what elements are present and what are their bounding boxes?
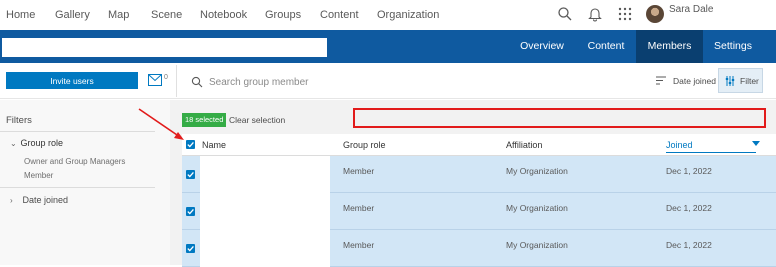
column-header-group-role[interactable]: Group role [343, 140, 386, 150]
nav-groups[interactable]: Groups [265, 9, 301, 21]
nav-home[interactable]: Home [6, 9, 35, 21]
chevron-right-icon: › [10, 196, 13, 205]
group-role-filter-toggle[interactable]: ⌄ Group role [10, 138, 63, 148]
row-checkbox[interactable] [186, 170, 195, 179]
divider [0, 187, 155, 188]
filters-panel: Filters ⌄ Group role Owner and Group Man… [0, 100, 170, 265]
table-row[interactable]: Member My Organization Dec 1, 2022 [182, 156, 776, 193]
nav-organization[interactable]: Organization [377, 9, 439, 21]
search-icon [191, 75, 203, 88]
row-affiliation: My Organization [506, 203, 568, 213]
user-name[interactable]: Sara Dale [669, 4, 713, 15]
bell-icon[interactable] [587, 6, 603, 22]
divider [0, 131, 155, 132]
search-icon[interactable] [557, 6, 573, 22]
sort-label: Date joined [673, 76, 717, 86]
row-checkbox[interactable] [186, 244, 195, 253]
tab-content[interactable]: Content [576, 30, 636, 63]
top-navigation: Home Gallery Map Scene Notebook Groups C… [0, 0, 776, 30]
tab-members[interactable]: Members [636, 30, 703, 63]
role-option-member[interactable]: Member [24, 171, 53, 180]
tab-overview[interactable]: Overview [512, 30, 572, 63]
search-input[interactable] [207, 73, 627, 91]
nav-content[interactable]: Content [320, 9, 359, 21]
sort-desc-icon[interactable] [752, 141, 760, 146]
group-header: Overview Content Members Settings [0, 30, 776, 63]
nav-gallery[interactable]: Gallery [55, 9, 90, 21]
mail-count: 0 [164, 74, 168, 81]
redacted-name [200, 156, 330, 193]
filters-title: Filters [6, 115, 32, 126]
nav-scene[interactable]: Scene [151, 9, 182, 21]
clear-selection-link[interactable]: Clear selection [229, 115, 285, 125]
row-affiliation: My Organization [506, 166, 568, 176]
row-group-role: Member [343, 203, 375, 213]
members-table: Name Group role Affiliation Joined Membe… [182, 134, 776, 267]
redacted-name [200, 193, 330, 230]
redacted-name [200, 230, 330, 267]
row-joined: Dec 1, 2022 [666, 240, 712, 250]
row-joined: Dec 1, 2022 [666, 203, 712, 213]
row-group-role: Member [343, 240, 375, 250]
nav-notebook[interactable]: Notebook [200, 9, 247, 21]
column-header-joined[interactable]: Joined [666, 140, 756, 153]
members-content: 18 selected Clear selection Name Group r… [170, 100, 776, 267]
mail-icon[interactable] [148, 73, 162, 86]
row-group-role: Member [343, 166, 375, 176]
filter-button[interactable]: Filter [718, 68, 763, 93]
avatar[interactable] [646, 5, 664, 23]
date-joined-label: Date joined [22, 195, 69, 205]
chevron-down-icon: ⌄ [10, 139, 17, 148]
app-launcher-icon[interactable] [617, 6, 633, 22]
table-row[interactable]: Member My Organization Dec 1, 2022 [182, 193, 776, 230]
filter-label: Filter [740, 76, 759, 86]
members-toolbar: Invite users 0 Date joined Filter [0, 63, 776, 99]
role-option-owner-managers[interactable]: Owner and Group Managers [24, 157, 125, 166]
group-role-label: Group role [20, 138, 64, 148]
date-joined-filter-toggle[interactable]: › Date joined [10, 195, 68, 205]
table-header: Name Group role Affiliation Joined [182, 134, 776, 156]
table-row[interactable]: Member My Organization Dec 1, 2022 [182, 230, 776, 267]
row-affiliation: My Organization [506, 240, 568, 250]
invite-users-button[interactable]: Invite users [6, 72, 138, 89]
column-header-name[interactable]: Name [202, 140, 226, 150]
row-joined: Dec 1, 2022 [666, 166, 712, 176]
row-checkbox[interactable] [186, 207, 195, 216]
column-header-affiliation[interactable]: Affiliation [506, 140, 542, 150]
selected-count-badge: 18 selected [182, 113, 227, 127]
filter-icon [725, 76, 735, 86]
sort-icon [656, 76, 666, 85]
select-all-checkbox[interactable] [186, 140, 195, 149]
nav-map[interactable]: Map [108, 9, 129, 21]
group-title [2, 38, 327, 57]
tab-settings[interactable]: Settings [703, 30, 763, 63]
member-search [176, 65, 641, 97]
annotation-highlight-box [353, 108, 766, 128]
